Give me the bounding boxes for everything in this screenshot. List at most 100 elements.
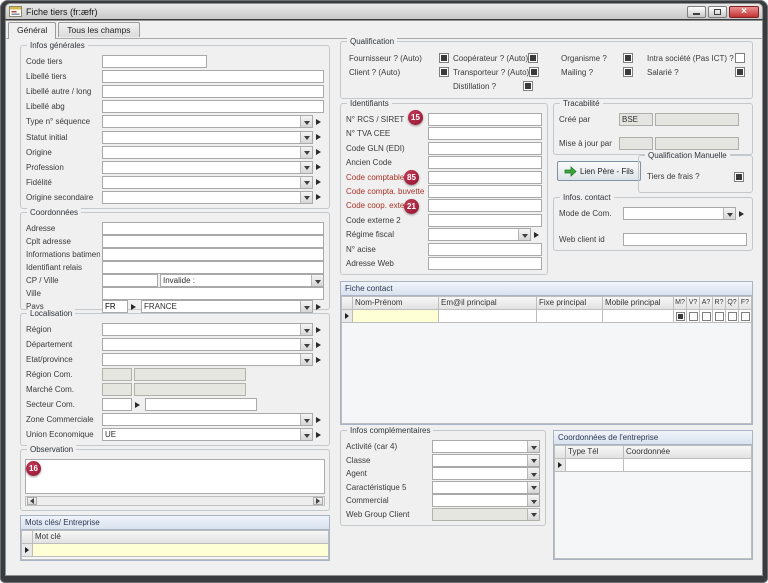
- detail-arrow-icon[interactable]: [739, 211, 747, 217]
- web-client-id-input[interactable]: [623, 233, 747, 246]
- close-button[interactable]: [729, 6, 759, 18]
- detail-arrow-icon[interactable]: [316, 357, 324, 363]
- ancien-code-input[interactable]: [428, 156, 542, 169]
- chevron-down-icon[interactable]: [527, 441, 539, 452]
- region-combo[interactable]: [102, 323, 313, 336]
- row-indicator[interactable]: [342, 310, 353, 323]
- statut-initial-combo[interactable]: [102, 131, 313, 144]
- detail-arrow-icon[interactable]: [316, 342, 324, 348]
- chevron-down-icon[interactable]: [311, 275, 323, 286]
- chevron-down-icon[interactable]: [300, 414, 312, 425]
- detail-arrow-icon[interactable]: [534, 232, 542, 238]
- chevron-down-icon[interactable]: [300, 354, 312, 365]
- chevron-down-icon[interactable]: [300, 177, 312, 188]
- cplt-adresse-input[interactable]: [102, 235, 324, 248]
- tva-cee-input[interactable]: [428, 127, 542, 140]
- caracteristique-5-combo[interactable]: [432, 481, 540, 494]
- identifiant-relais-input[interactable]: [102, 261, 324, 274]
- flag-v-checkbox[interactable]: [689, 312, 698, 321]
- departement-combo[interactable]: [102, 338, 313, 351]
- nom-prenom-cell[interactable]: [353, 310, 439, 323]
- type-tel-cell[interactable]: [566, 459, 624, 472]
- minimize-button[interactable]: [687, 6, 706, 18]
- libelle-abg-input[interactable]: [102, 100, 324, 113]
- chevron-down-icon[interactable]: [300, 116, 312, 127]
- chevron-down-icon[interactable]: [300, 192, 312, 203]
- activite-combo[interactable]: [432, 440, 540, 453]
- client-checkbox[interactable]: [439, 67, 449, 77]
- etat-province-combo[interactable]: [102, 353, 313, 366]
- regime-fiscal-combo[interactable]: [428, 228, 531, 241]
- scroll-left-button[interactable]: [27, 497, 37, 505]
- detail-arrow-icon[interactable]: [316, 327, 324, 333]
- detail-arrow-icon[interactable]: [316, 194, 324, 200]
- horizontal-scrollbar[interactable]: [25, 496, 325, 506]
- detail-arrow-icon[interactable]: [316, 417, 324, 423]
- mailing-checkbox[interactable]: [623, 67, 633, 77]
- profession-combo[interactable]: [102, 161, 313, 174]
- code-compta-buvette-input[interactable]: [428, 185, 542, 198]
- code-coop-externe-input[interactable]: [428, 199, 542, 212]
- libelle-autre-long-input[interactable]: [102, 85, 324, 98]
- no-acise-input[interactable]: [428, 243, 542, 256]
- intra-societe-checkbox[interactable]: [735, 53, 745, 63]
- detail-arrow-icon[interactable]: [316, 149, 324, 155]
- gln-edi-input[interactable]: [428, 142, 542, 155]
- ville-input[interactable]: [102, 287, 324, 300]
- cp-ville-combo[interactable]: Invalide :: [160, 274, 324, 287]
- tab-general[interactable]: Général: [8, 22, 56, 39]
- flag-m-checkbox[interactable]: [676, 312, 685, 321]
- origine-combo[interactable]: [102, 146, 313, 159]
- scroll-right-button[interactable]: [313, 497, 323, 505]
- union-economique-combo[interactable]: UE: [102, 428, 313, 441]
- classe-combo[interactable]: [432, 454, 540, 467]
- chevron-down-icon[interactable]: [300, 301, 312, 312]
- flag-a-checkbox[interactable]: [702, 312, 711, 321]
- secteur-com-code-input[interactable]: [102, 398, 132, 411]
- commercial-combo[interactable]: [432, 494, 540, 507]
- cp-input[interactable]: [102, 274, 158, 287]
- organisme-checkbox[interactable]: [623, 53, 633, 63]
- chevron-down-icon[interactable]: [300, 339, 312, 350]
- lien-pere-fils-button[interactable]: Lien Père - Fils: [557, 161, 641, 181]
- flag-q-checkbox[interactable]: [728, 312, 737, 321]
- origine-secondaire-combo[interactable]: [102, 191, 313, 204]
- salarie-checkbox[interactable]: [735, 67, 745, 77]
- chevron-down-icon[interactable]: [300, 324, 312, 335]
- mot-cle-cell[interactable]: [33, 544, 329, 557]
- mode-de-com-combo[interactable]: [623, 207, 736, 220]
- code-externe-2-input[interactable]: [428, 214, 542, 227]
- row-indicator[interactable]: [555, 459, 566, 472]
- title-bar[interactable]: Fiche tiers (fr:æfr): [5, 3, 763, 19]
- chevron-down-icon[interactable]: [300, 162, 312, 173]
- chevron-down-icon[interactable]: [527, 455, 539, 466]
- chevron-down-icon[interactable]: [723, 208, 735, 219]
- chevron-down-icon[interactable]: [518, 229, 530, 240]
- observation-textarea[interactable]: [25, 459, 325, 494]
- detail-arrow-icon[interactable]: [316, 164, 324, 170]
- rcs-siret-input[interactable]: [428, 113, 542, 126]
- code-comptable-ext-input[interactable]: [428, 171, 542, 184]
- libelle-tiers-input[interactable]: [102, 70, 324, 83]
- chevron-down-icon[interactable]: [527, 468, 539, 479]
- distillation-checkbox[interactable]: [523, 81, 533, 91]
- type-no-sequence-combo[interactable]: [102, 115, 313, 128]
- code-tiers-input[interactable]: [102, 55, 207, 68]
- tab-tous-les-champs[interactable]: Tous les champs: [58, 22, 139, 37]
- detail-arrow-icon[interactable]: [316, 304, 324, 310]
- pays-combo[interactable]: FRANCE: [141, 300, 313, 313]
- flag-f-checkbox[interactable]: [741, 312, 750, 321]
- fidelite-combo[interactable]: [102, 176, 313, 189]
- chevron-down-icon[interactable]: [527, 495, 539, 506]
- zone-commerciale-combo[interactable]: [102, 413, 313, 426]
- mobile-principal-cell[interactable]: [603, 310, 674, 323]
- informations-batiment-input[interactable]: [102, 248, 324, 261]
- agent-combo[interactable]: [432, 467, 540, 480]
- adresse-web-input[interactable]: [428, 257, 542, 270]
- adresse-input[interactable]: [102, 222, 324, 235]
- cooperateur-checkbox[interactable]: [528, 53, 538, 63]
- detail-arrow-icon[interactable]: [316, 119, 324, 125]
- chevron-down-icon[interactable]: [527, 482, 539, 493]
- pays-code-input[interactable]: [102, 300, 128, 313]
- chevron-down-icon[interactable]: [300, 147, 312, 158]
